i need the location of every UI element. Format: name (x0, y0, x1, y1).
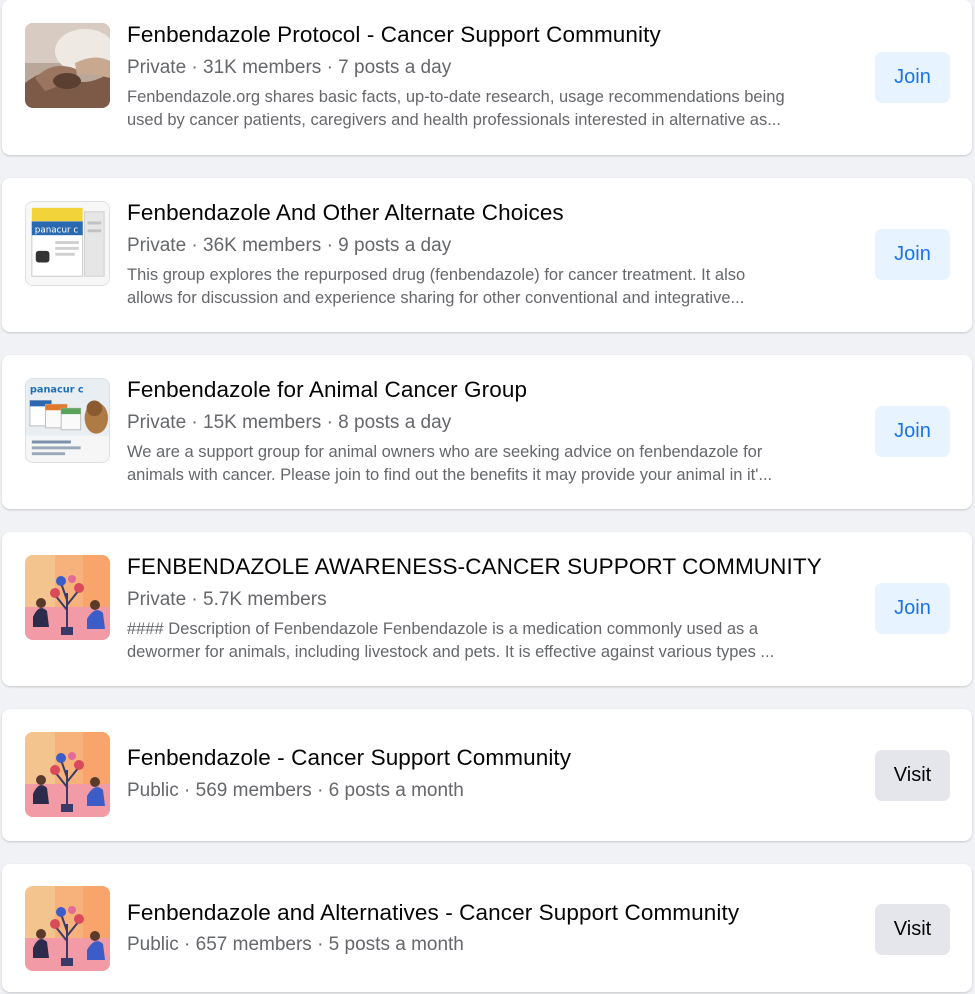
join-button[interactable]: Join (875, 583, 950, 634)
hands-photo-icon (25, 23, 110, 108)
community-illustration-icon (25, 555, 110, 640)
description-line: animals with cancer. Please join to find… (127, 466, 773, 484)
svg-text:panacur c: panacur c (30, 385, 84, 396)
description-line: #### Description of Fenbendazole Fenbend… (127, 620, 759, 638)
group-description: We are a support group for animal owners… (127, 441, 862, 487)
group-title[interactable]: Fenbendazole - Cancer Support Community (127, 745, 822, 771)
description-line: This group explores the repurposed drug … (127, 266, 746, 284)
community-illustration-icon (25, 732, 110, 817)
description-line: dewormer for animals, including livestoc… (127, 643, 775, 661)
description-line: used by cancer patients, caregivers and … (127, 111, 781, 129)
group-thumbnail-community-art[interactable] (25, 555, 110, 640)
join-button[interactable]: Join (875, 406, 950, 457)
group-thumbnail-community-art[interactable] (25, 732, 110, 817)
visit-button[interactable]: Visit (875, 750, 950, 801)
group-card[interactable]: FENBENDAZOLE AWARENESS-CANCER SUPPORT CO… (2, 532, 972, 686)
group-meta: Public · 569 members · 6 posts a month (127, 780, 464, 801)
group-card[interactable]: Fenbendazole and Alternatives - Cancer S… (2, 864, 972, 992)
group-card[interactable]: Fenbendazole - Cancer Support Community … (2, 709, 972, 841)
group-meta: Public · 657 members · 5 posts a month (127, 934, 464, 955)
community-illustration-icon (25, 886, 110, 971)
group-card[interactable]: panacur c Fenbendazole And Other Alterna… (2, 178, 972, 332)
medicine-box-icon: panacur c (26, 202, 109, 285)
group-description: Fenbendazole.org shares basic facts, up-… (127, 86, 862, 132)
join-button[interactable]: Join (875, 52, 950, 103)
group-thumbnail-panacur-box[interactable]: panacur c (25, 201, 110, 286)
group-meta: Private · 36K members · 9 posts a day (127, 235, 452, 256)
description-line: Fenbendazole.org shares basic facts, up-… (127, 88, 785, 106)
group-card[interactable]: panacur c Fenbendazole for Animal Cancer… (2, 355, 972, 509)
description-line: allows for discussion and experience sha… (127, 289, 745, 307)
description-line: We are a support group for animal owners… (127, 443, 763, 461)
group-title[interactable]: Fenbendazole and Alternatives - Cancer S… (127, 900, 822, 926)
group-meta: Private · 15K members · 8 posts a day (127, 412, 452, 433)
group-title[interactable]: FENBENDAZOLE AWARENESS-CANCER SUPPORT CO… (127, 554, 822, 580)
group-thumbnail-hands[interactable] (25, 23, 110, 108)
visit-button[interactable]: Visit (875, 904, 950, 955)
dog-medicine-icon: panacur c (26, 379, 109, 462)
group-description: #### Description of Fenbendazole Fenbend… (127, 618, 862, 664)
group-card[interactable]: Fenbendazole Protocol - Cancer Support C… (2, 0, 972, 155)
group-title[interactable]: Fenbendazole Protocol - Cancer Support C… (127, 22, 822, 48)
group-meta: Private · 31K members · 7 posts a day (127, 57, 452, 78)
group-title[interactable]: Fenbendazole for Animal Cancer Group (127, 377, 822, 403)
group-title[interactable]: Fenbendazole And Other Alternate Choices (127, 200, 822, 226)
group-description: This group explores the repurposed drug … (127, 264, 862, 310)
group-meta: Private · 5.7K members (127, 589, 327, 610)
group-thumbnail-community-art[interactable] (25, 886, 110, 971)
svg-text:panacur c: panacur c (35, 225, 79, 235)
join-button[interactable]: Join (875, 229, 950, 280)
group-thumbnail-panacur-dog[interactable]: panacur c (25, 378, 110, 463)
